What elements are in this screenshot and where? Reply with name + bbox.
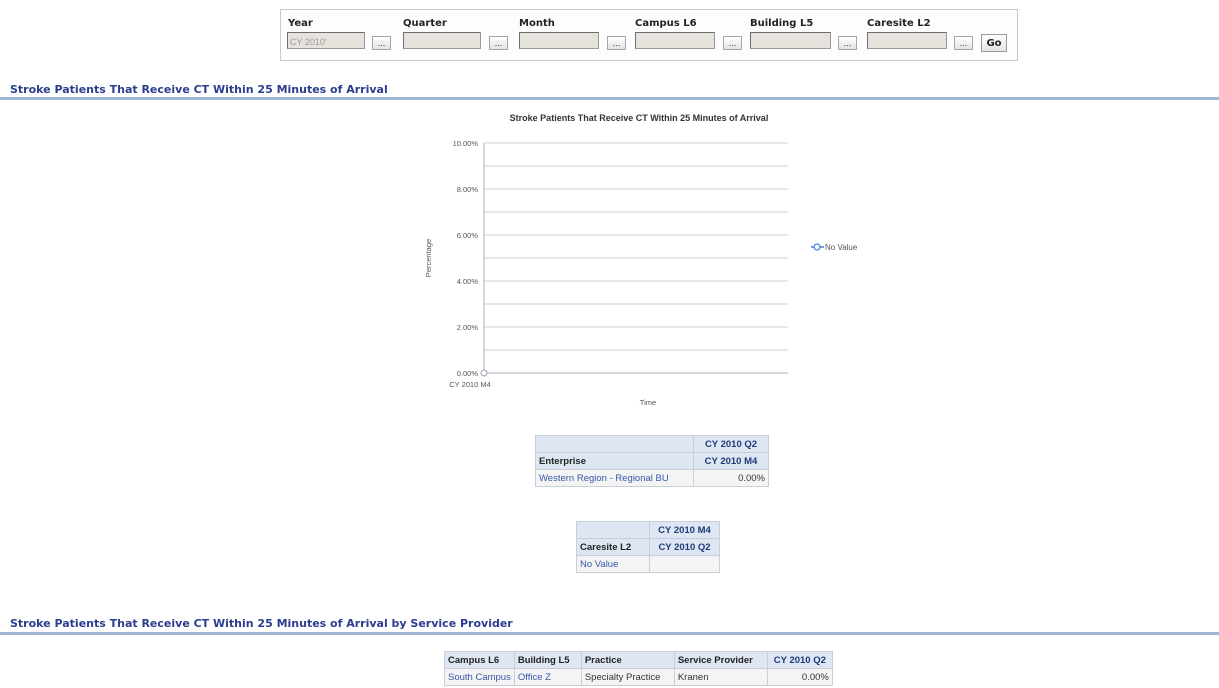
y-axis-label: Percentage bbox=[424, 239, 433, 277]
practice-cell: Specialty Practice bbox=[580, 668, 675, 686]
y-tick-label: 2.00% bbox=[457, 323, 479, 332]
service-provider-table: Campus L6 Building L5 Practice Service P… bbox=[444, 651, 833, 686]
blank-cell bbox=[535, 435, 694, 453]
column-header-month: CY 2010 M4 bbox=[649, 521, 720, 539]
row-header-caresite: Caresite L2 bbox=[576, 538, 650, 556]
column-header-building: Building L5 bbox=[513, 651, 582, 669]
column-header-service-provider: Service Provider bbox=[673, 651, 768, 669]
table-row: CY 2010 M4 bbox=[576, 521, 720, 539]
table-row: Enterprise CY 2010 M4 bbox=[535, 452, 769, 470]
y-tick-label: 8.00% bbox=[457, 185, 479, 194]
table-row: Western Region - Regional BU 0.00% bbox=[535, 469, 769, 487]
y-tick-label: 10.00% bbox=[453, 139, 479, 148]
column-header-month: CY 2010 M4 bbox=[693, 452, 769, 470]
chart-series bbox=[480, 369, 488, 377]
table-row: South Campus Office Z Specialty Practice… bbox=[444, 668, 833, 686]
x-axis-label: Time bbox=[640, 398, 656, 407]
table-row: No Value bbox=[576, 555, 720, 573]
campus-link[interactable]: South Campus bbox=[444, 668, 515, 686]
section-title-by-service-provider: Stroke Patients That Receive CT Within 2… bbox=[10, 617, 513, 630]
chart-y-ticks: 10.00% 8.00% 6.00% 4.00% 2.00% 0.00% bbox=[453, 139, 479, 378]
column-header-quarter: CY 2010 Q2 bbox=[766, 651, 833, 669]
value-cell: 0.00% bbox=[693, 469, 769, 487]
pivot-table-enterprise: CY 2010 Q2 Enterprise CY 2010 M4 Western… bbox=[535, 435, 769, 487]
column-header-practice: Practice bbox=[580, 651, 675, 669]
table-header-row: Campus L6 Building L5 Practice Service P… bbox=[444, 651, 833, 669]
chart-legend[interactable]: No Value bbox=[811, 243, 858, 252]
enterprise-link[interactable]: Western Region - Regional BU bbox=[535, 469, 694, 487]
table-row: Caresite L2 CY 2010 Q2 bbox=[576, 538, 720, 556]
column-header-quarter: CY 2010 Q2 bbox=[693, 435, 769, 453]
chart-title: Stroke Patients That Receive CT Within 2… bbox=[510, 113, 769, 123]
row-header-enterprise: Enterprise bbox=[535, 452, 694, 470]
table-row: CY 2010 Q2 bbox=[535, 435, 769, 453]
blank-cell bbox=[576, 521, 650, 539]
column-header-quarter: CY 2010 Q2 bbox=[649, 538, 720, 556]
legend-label-no-value: No Value bbox=[825, 243, 858, 252]
value-cell bbox=[649, 555, 720, 573]
x-tick-label: CY 2010 M4 bbox=[449, 380, 491, 389]
y-tick-label: 0.00% bbox=[457, 369, 479, 378]
service-provider-cell: Kranen bbox=[673, 668, 768, 686]
value-cell: 0.00% bbox=[766, 668, 833, 686]
caresite-link[interactable]: No Value bbox=[576, 555, 650, 573]
y-tick-label: 4.00% bbox=[457, 277, 479, 286]
y-tick-label: 6.00% bbox=[457, 231, 479, 240]
building-link[interactable]: Office Z bbox=[513, 668, 582, 686]
legend-marker-icon bbox=[813, 243, 821, 251]
chart-gridlines bbox=[484, 142, 788, 374]
section-divider bbox=[0, 632, 1219, 635]
pivot-table-caresite: CY 2010 M4 Caresite L2 CY 2010 Q2 No Val… bbox=[576, 521, 720, 573]
line-chart: Stroke Patients That Receive CT Within 2… bbox=[424, 113, 858, 407]
column-header-campus: Campus L6 bbox=[444, 651, 515, 669]
data-point[interactable] bbox=[480, 369, 488, 377]
